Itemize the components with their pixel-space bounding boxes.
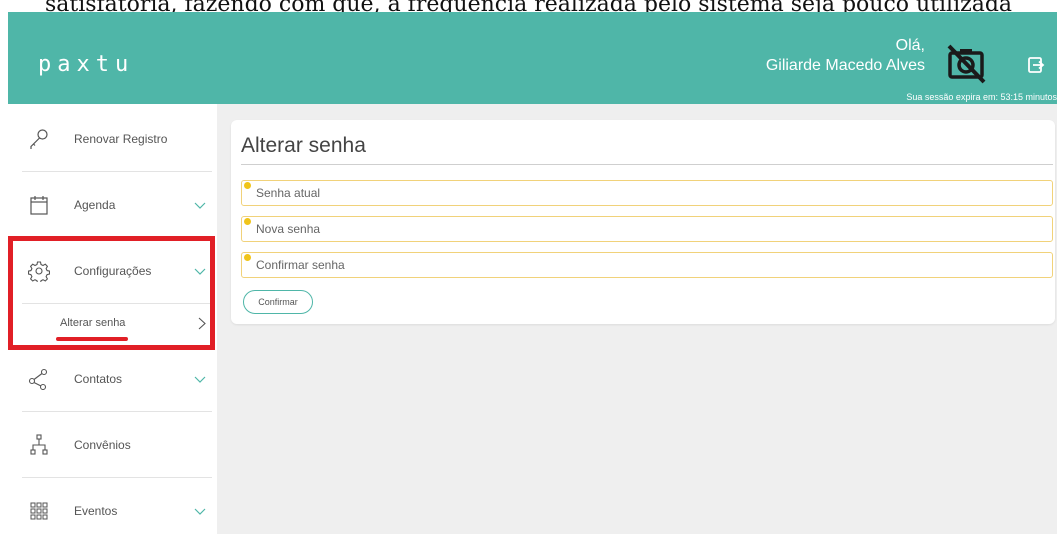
chevron-down-icon[interactable]	[194, 202, 206, 210]
warning-icon	[244, 254, 251, 261]
logout-icon[interactable]	[1027, 56, 1045, 74]
greeting-hello: Olá,	[895, 37, 925, 54]
page-title: Alterar senha	[241, 134, 366, 157]
sidebar-subitem-alterar-senha[interactable]: Alterar senha	[8, 304, 212, 344]
chevron-down-icon[interactable]	[194, 508, 206, 516]
warning-icon	[244, 218, 251, 225]
greeting-username: Giliarde Macedo Alves	[765, 57, 925, 74]
sidebar-item-convenios[interactable]: Convênios	[8, 412, 212, 478]
sidebar-item-label: Contatos	[74, 372, 123, 386]
main-content: Alterar senha Confirmar	[217, 104, 1057, 534]
new-password-field[interactable]	[241, 216, 1053, 242]
sidebar-item-renovar-registro[interactable]: Renovar Registro	[8, 106, 212, 172]
app-header: paxtu Olá, Giliarde Macedo Alves Sua ses…	[8, 12, 1057, 104]
sidebar-item-label: Configurações	[74, 264, 152, 278]
chevron-down-icon[interactable]	[194, 268, 206, 276]
chevron-down-icon[interactable]	[194, 376, 206, 384]
share-icon	[28, 368, 48, 390]
sidebar-item-label: Eventos	[74, 504, 118, 518]
sidebar-item-label: Agenda	[74, 198, 116, 212]
sidebar-item-contatos[interactable]: Contatos	[8, 346, 212, 412]
current-password-field[interactable]	[241, 180, 1053, 206]
sitemap-icon	[30, 434, 48, 455]
annotation-underline	[56, 337, 128, 341]
session-expiry: Sua sessão expira em: 53:15 minutos	[906, 92, 1057, 102]
sidebar-item-agenda[interactable]: Agenda	[8, 172, 212, 238]
document-text-strip: satisfatória, fazendo com que, a frequên…	[0, 0, 1057, 12]
confirm-button[interactable]: Confirmar	[243, 290, 313, 314]
sidebar-subitem-label: Alterar senha	[60, 317, 126, 329]
sidebar-item-label: Renovar Registro	[74, 132, 168, 146]
user-greeting: Olá, Giliarde Macedo Alves	[766, 36, 925, 76]
confirm-password-field[interactable]	[241, 252, 1053, 278]
sidebar-item-label: Convênios	[74, 438, 131, 452]
grid-icon	[30, 502, 48, 520]
sidebar-item-eventos[interactable]: Eventos	[8, 478, 212, 534]
warning-icon	[244, 182, 251, 189]
sidebar: Renovar Registro Agenda Configurações Al…	[8, 104, 212, 534]
change-password-card: Alterar senha Confirmar	[231, 120, 1055, 324]
active-indicator	[8, 238, 13, 304]
calendar-icon	[30, 196, 48, 215]
app-logo[interactable]: paxtu	[38, 52, 134, 77]
camera-off-icon[interactable]	[944, 42, 988, 86]
chevron-right-icon[interactable]	[198, 317, 206, 330]
key-icon	[30, 129, 48, 149]
divider	[241, 164, 1053, 165]
sidebar-item-configuracoes[interactable]: Configurações	[8, 238, 212, 304]
gear-icon	[28, 261, 50, 282]
